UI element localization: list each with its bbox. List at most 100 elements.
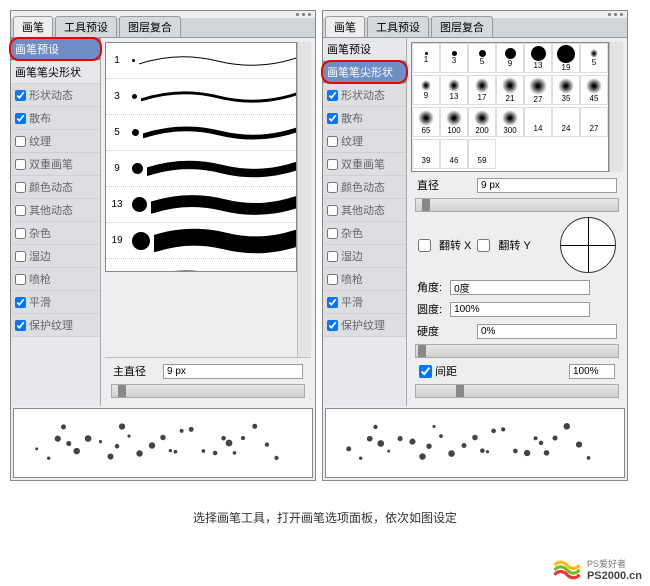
sidebar-checkbox[interactable] [327,159,338,170]
sidebar-checkbox[interactable] [327,274,338,285]
tab-tool-preset[interactable]: 工具预设 [367,16,429,37]
brush-thumb[interactable]: 9 [496,43,524,73]
sidebar-checkbox[interactable] [327,320,338,331]
sidebar-item[interactable]: 湿边 [11,245,100,268]
brush-thumb[interactable]: 13 [440,75,468,105]
scrollbar[interactable] [297,42,311,357]
tab-brush[interactable]: 画笔 [325,16,365,37]
sidebar-checkbox[interactable] [15,113,26,124]
tab-tool-preset[interactable]: 工具预设 [55,16,117,37]
sidebar-item[interactable]: 保护纹理 [11,314,100,337]
sidebar-checkbox[interactable] [15,297,26,308]
sidebar-item[interactable]: 散布 [323,107,406,130]
sidebar-checkbox[interactable] [15,205,26,216]
brush-stroke-row[interactable]: 5 [106,259,296,272]
sidebar-checkbox[interactable] [327,136,338,147]
brush-stroke-row[interactable]: 9 [106,151,296,187]
brush-thumb[interactable]: 17 [468,75,496,105]
sidebar-checkbox[interactable] [15,159,26,170]
sidebar-item[interactable]: 纹理 [323,130,406,153]
sidebar-item[interactable]: 形状动态 [11,84,100,107]
brush-thumb[interactable]: 300 [496,107,524,137]
sidebar-item[interactable]: 平滑 [323,291,406,314]
sidebar-item[interactable]: 画笔笔尖形状 [11,61,100,84]
sidebar-item[interactable]: 纹理 [11,130,100,153]
brush-thumb[interactable]: 24 [552,107,580,137]
flip-x-checkbox[interactable] [418,239,431,252]
sidebar-item[interactable]: 散布 [11,107,100,130]
sidebar-item[interactable]: 平滑 [11,291,100,314]
sidebar-checkbox[interactable] [327,113,338,124]
brush-thumb[interactable]: 59 [468,139,496,169]
brush-thumb[interactable]: 14 [524,107,552,137]
sidebar-checkbox[interactable] [327,228,338,239]
sidebar-item[interactable]: 颜色动态 [11,176,100,199]
sidebar-checkbox[interactable] [327,90,338,101]
sidebar-checkbox[interactable] [15,274,26,285]
brush-thumb[interactable]: 1 [412,43,440,73]
tab-brush[interactable]: 画笔 [13,16,53,37]
brush-thumb[interactable]: 45 [580,75,608,105]
sidebar-item[interactable]: 颜色动态 [323,176,406,199]
brush-thumb[interactable]: 46 [440,139,468,169]
brush-thumb[interactable]: 39 [412,139,440,169]
sidebar-checkbox[interactable] [15,228,26,239]
sidebar-item[interactable]: 画笔预设 [11,38,100,61]
master-diameter-input[interactable] [163,364,303,379]
sidebar-item[interactable]: 保护纹理 [323,314,406,337]
sidebar-checkbox[interactable] [15,251,26,262]
brush-thumb[interactable]: 5 [468,43,496,73]
spacing-input[interactable] [569,364,615,379]
brush-tip-grid[interactable]: 1359131959131721273545651002003001424273… [411,42,609,172]
brush-thumb[interactable]: 9 [412,75,440,105]
sidebar-item[interactable]: 杂色 [11,222,100,245]
angle-input[interactable] [450,280,590,295]
brush-thumb[interactable]: 200 [468,107,496,137]
sidebar-item[interactable]: 双重画笔 [11,153,100,176]
brush-stroke-row[interactable]: 3 [106,79,296,115]
brush-thumb[interactable]: 19 [552,43,580,73]
sidebar-item[interactable]: 形状动态 [323,84,406,107]
sidebar-item[interactable]: 喷枪 [323,268,406,291]
sidebar-checkbox[interactable] [15,320,26,331]
brush-thumb[interactable]: 13 [524,43,552,73]
sidebar-item[interactable]: 杂色 [323,222,406,245]
angle-widget[interactable] [560,217,616,273]
sidebar-checkbox[interactable] [327,182,338,193]
sidebar-item[interactable]: 画笔笔尖形状 [323,61,406,84]
sidebar-item[interactable]: 其他动态 [323,199,406,222]
sidebar-checkbox[interactable] [327,251,338,262]
flip-y-checkbox[interactable] [477,239,490,252]
brush-thumb[interactable]: 27 [580,107,608,137]
brush-thumb[interactable]: 35 [552,75,580,105]
brush-thumb[interactable]: 3 [440,43,468,73]
brush-thumb[interactable]: 65 [412,107,440,137]
brush-stroke-list[interactable]: 1 3 5 9 13 19 5 9 13 [105,42,297,272]
roundness-input[interactable] [450,302,590,317]
sidebar-checkbox[interactable] [327,205,338,216]
diameter-slider[interactable] [415,198,619,212]
master-diameter-slider[interactable] [111,384,305,398]
brush-stroke-row[interactable]: 19 [106,223,296,259]
sidebar-item[interactable]: 喷枪 [11,268,100,291]
sidebar-checkbox[interactable] [15,136,26,147]
brush-stroke-row[interactable]: 1 [106,43,296,79]
sidebar-item[interactable]: 双重画笔 [323,153,406,176]
scrollbar[interactable] [609,42,623,172]
brush-thumb[interactable]: 27 [524,75,552,105]
sidebar-checkbox[interactable] [15,90,26,101]
brush-thumb[interactable]: 21 [496,75,524,105]
tab-layer-comp[interactable]: 图层复合 [431,16,493,37]
hardness-input[interactable] [477,324,617,339]
brush-stroke-row[interactable]: 13 [106,187,296,223]
brush-thumb[interactable]: 100 [440,107,468,137]
sidebar-checkbox[interactable] [15,182,26,193]
sidebar-checkbox[interactable] [327,297,338,308]
sidebar-item[interactable]: 画笔预设 [323,38,406,61]
spacing-checkbox[interactable] [419,365,432,378]
diameter-input[interactable] [477,178,617,193]
tab-layer-comp[interactable]: 图层复合 [119,16,181,37]
hardness-slider[interactable] [415,344,619,358]
brush-stroke-row[interactable]: 5 [106,115,296,151]
brush-thumb[interactable]: 5 [580,43,608,73]
